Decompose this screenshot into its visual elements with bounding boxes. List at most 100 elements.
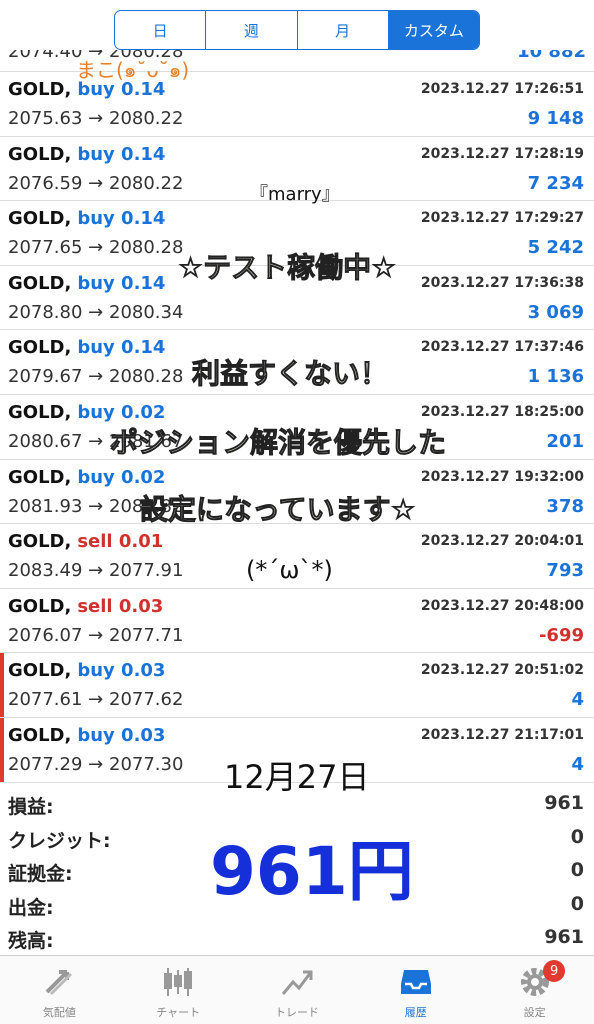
trade-side: buy 0.02 bbox=[77, 467, 165, 488]
arrow: → bbox=[88, 108, 104, 129]
trade-side: buy 0.14 bbox=[77, 144, 165, 165]
summary-label: 残高: bbox=[8, 930, 54, 952]
side-label: buy bbox=[77, 660, 115, 682]
trade-profit: -699 bbox=[538, 624, 584, 646]
overlay-yen: 961円 bbox=[210, 833, 414, 910]
trade-side: buy 0.14 bbox=[77, 273, 165, 294]
symbol-name: GOLD, bbox=[8, 466, 72, 488]
trade-time: 2023.12.27 17:28:19 bbox=[420, 145, 584, 162]
trade-profit: 793 bbox=[546, 560, 584, 582]
trade-time: 2023.12.27 20:48:00 bbox=[420, 597, 584, 614]
tab-quotes[interactable]: 気配値 bbox=[0, 956, 119, 1024]
trade-symbol: GOLD, buy 0.14 bbox=[8, 144, 165, 165]
volume-label: 0.01 bbox=[118, 531, 164, 553]
overlay-setting: 設定になっています☆ bbox=[140, 493, 417, 527]
overlay-position: ポジション解消を優先した bbox=[109, 426, 447, 460]
close-price: 2080.28 bbox=[109, 366, 184, 388]
summary-label: 出金: bbox=[8, 896, 54, 919]
open-price: 2080.67 bbox=[8, 430, 83, 452]
arrow: → bbox=[88, 301, 104, 323]
trade-time: 2023.12.27 20:04:01 bbox=[420, 533, 584, 550]
open-price: 2076.59 bbox=[8, 172, 83, 194]
open-price: 2081.93 bbox=[8, 495, 83, 517]
tab-trade[interactable]: トレード bbox=[238, 956, 357, 1024]
overlay-testing: ☆テスト稼働中☆ bbox=[177, 251, 397, 285]
side-label: sell bbox=[77, 531, 113, 553]
symbol-name: GOLD, bbox=[8, 272, 72, 294]
close-price: 2080.34 bbox=[109, 301, 184, 323]
tab-label: 気配値 bbox=[42, 1006, 76, 1019]
volume-label: 0.14 bbox=[121, 208, 166, 230]
summary-label: 証拠金: bbox=[8, 863, 73, 885]
overlay-face: (*´ω`*) bbox=[246, 556, 333, 584]
symbol-name: GOLD, bbox=[8, 660, 72, 682]
side-label: buy bbox=[77, 272, 115, 294]
close-price: 2077.91 bbox=[109, 560, 184, 582]
trade-symbol: GOLD, buy 0.03 bbox=[8, 660, 165, 681]
trade-profit: 4 bbox=[571, 753, 584, 775]
trade-time: 2023.12.27 21:17:01 bbox=[420, 726, 584, 743]
tab-label: チャート bbox=[156, 1006, 201, 1019]
overlay-marry: 『marry』 bbox=[250, 184, 340, 205]
trade-row[interactable]: GOLD, sell 0.03 2023.12.27 20:48:00 2076.07… bbox=[0, 589, 594, 654]
trade-profit: 4 bbox=[571, 689, 584, 711]
close-price: 2077.62 bbox=[109, 689, 184, 711]
arrow: → bbox=[88, 753, 104, 775]
trade-time: 2023.12.27 17:29:27 bbox=[420, 210, 584, 227]
trade-prices: 2083.49 → 2077.91 bbox=[8, 560, 183, 581]
history-inbox-icon bbox=[396, 964, 436, 1000]
trade-symbol: GOLD, buy 0.14 bbox=[8, 273, 165, 294]
symbol-name: GOLD, bbox=[8, 531, 72, 553]
tab-chart[interactable]: チャート bbox=[119, 956, 238, 1024]
segment-custom[interactable]: カスタム bbox=[388, 11, 479, 49]
tab-label: 履歴 bbox=[404, 1006, 427, 1019]
tab-settings[interactable]: 設定 9 bbox=[475, 956, 594, 1024]
open-price: 2076.07 bbox=[8, 624, 83, 646]
summary-value: 0 bbox=[570, 859, 584, 881]
tab-label: トレード bbox=[274, 1006, 319, 1019]
summary-value: 0 bbox=[570, 892, 584, 915]
trade-side: buy 0.14 bbox=[77, 337, 165, 358]
trade-profit: 5 242 bbox=[527, 237, 584, 259]
volume-label: 0.03 bbox=[118, 595, 164, 617]
arrow: → bbox=[88, 172, 104, 194]
arrow: → bbox=[88, 624, 104, 646]
summary-label: クレジット: bbox=[8, 829, 111, 852]
tab-history[interactable]: 履歴 bbox=[356, 956, 475, 1024]
volume-label: 0.14 bbox=[121, 143, 166, 165]
symbol-name: GOLD, bbox=[8, 208, 72, 230]
side-label: buy bbox=[77, 401, 115, 423]
side-label: buy bbox=[77, 143, 115, 165]
trade-prices: 2075.63 → 2080.22 bbox=[8, 108, 183, 129]
symbol-name: GOLD, bbox=[8, 595, 72, 617]
volume-label: 0.03 bbox=[121, 724, 166, 746]
symbol-name: GOLD, bbox=[8, 143, 72, 165]
arrow: → bbox=[88, 495, 104, 517]
summary-value: 961 bbox=[544, 792, 584, 814]
summary-value: 0 bbox=[570, 825, 584, 848]
overlay-author: まこ(๑˘ᴗ˘๑) bbox=[76, 58, 190, 82]
trade-symbol: GOLD, buy 0.03 bbox=[8, 725, 165, 746]
trade-trend-icon bbox=[277, 964, 317, 1000]
volume-label: 0.02 bbox=[121, 466, 166, 488]
trade-prices: 2077.29 → 2077.30 bbox=[8, 754, 183, 775]
trade-profit: 201 bbox=[546, 430, 584, 452]
close-price: 2080.28 bbox=[109, 237, 184, 259]
symbol-name: GOLD, bbox=[8, 337, 72, 359]
side-label: buy bbox=[77, 208, 115, 230]
trade-symbol: GOLD, buy 0.02 bbox=[8, 467, 165, 488]
trade-side: sell 0.01 bbox=[77, 531, 163, 552]
summary-label: 損益: bbox=[8, 796, 54, 818]
tab-label: 設定 bbox=[523, 1006, 546, 1019]
open-price: 2077.29 bbox=[8, 753, 83, 775]
trade-symbol: GOLD, sell 0.03 bbox=[8, 596, 163, 617]
segment-month[interactable]: 月 bbox=[298, 11, 389, 49]
side-label: buy bbox=[77, 724, 115, 746]
notification-badge: 9 bbox=[543, 960, 566, 982]
trade-side: buy 0.03 bbox=[77, 660, 165, 681]
segment-week[interactable]: 週 bbox=[206, 11, 298, 49]
volume-label: 0.14 bbox=[121, 272, 166, 294]
trade-row[interactable]: GOLD, buy 0.03 2023.12.27 20:51:02 2077.61 … bbox=[0, 653, 594, 718]
trade-prices: 2076.07 → 2077.71 bbox=[8, 625, 183, 646]
segment-day[interactable]: 日 bbox=[115, 11, 207, 49]
